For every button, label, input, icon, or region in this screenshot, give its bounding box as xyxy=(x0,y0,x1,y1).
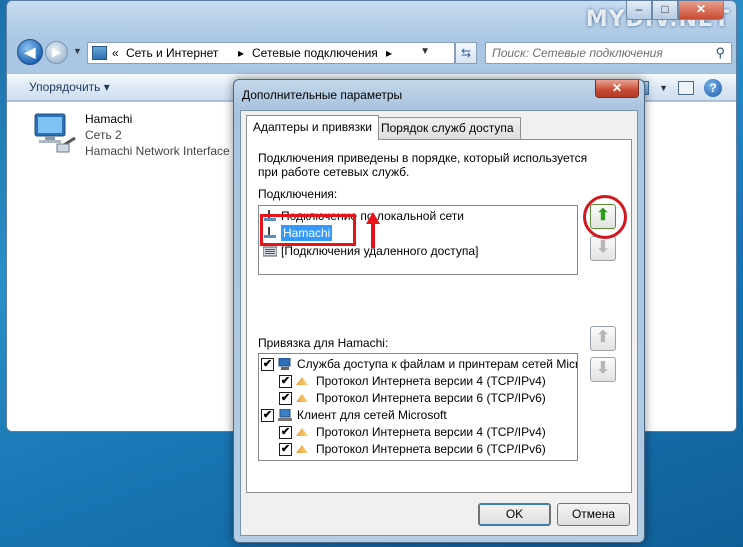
connection-network: Сеть 2 xyxy=(85,128,122,142)
breadcrumb-network-connections[interactable]: Сетевые подключения xyxy=(252,46,378,60)
binding-label: Протокол Интернета версии 4 (TCP/IPv4) xyxy=(316,425,546,439)
network-service-icon xyxy=(278,358,291,370)
close-icon[interactable]: ✕ xyxy=(595,80,639,98)
tree-item[interactable]: ✔ Протокол Интернета версии 6 (TCP/IPv6) xyxy=(279,441,546,457)
checkbox[interactable]: ✔ xyxy=(279,425,292,439)
protocol-icon xyxy=(296,377,308,385)
tree-item[interactable]: ✔ Протокол Интернета версии 4 (TCP/IPv4) xyxy=(279,424,546,440)
forward-button[interactable]: ▶ xyxy=(45,41,68,64)
binding-label: Служба доступа к файлам и принтерам сете… xyxy=(297,357,578,371)
bindings-tree[interactable]: ✔ Служба доступа к файлам и принтерам се… xyxy=(258,353,578,461)
cancel-button[interactable]: Отмена xyxy=(557,503,630,526)
tree-item[interactable]: ✔ Служба доступа к файлам и принтерам се… xyxy=(261,356,578,372)
checkbox[interactable]: ✔ xyxy=(279,374,292,388)
tab-panel: Подключения приведены в порядке, который… xyxy=(246,139,632,493)
search-icon[interactable]: ⚲ xyxy=(715,45,725,61)
annotation-arrow-up-icon xyxy=(366,212,380,248)
tab-adapters-bindings[interactable]: Адаптеры и привязки xyxy=(246,115,379,140)
connection-name[interactable]: Hamachi xyxy=(85,112,132,126)
advanced-settings-dialog: Дополнительные параметры ✕ Адаптеры и пр… xyxy=(233,79,645,543)
close-window-button[interactable]: ✕ xyxy=(678,1,724,20)
address-dropdown-icon[interactable]: ▼ xyxy=(420,46,430,57)
annotation-circle xyxy=(583,195,627,239)
minimize-button[interactable]: – xyxy=(626,1,652,20)
connection-device: Hamachi Network Interface xyxy=(85,144,230,158)
protocol-icon xyxy=(296,428,308,436)
toolbar-right: ▼ ? xyxy=(633,79,722,97)
checkbox[interactable]: ✔ xyxy=(261,408,274,422)
help-icon[interactable]: ? xyxy=(704,79,722,97)
binding-label: Протокол Интернета версии 6 (TCP/IPv6) xyxy=(316,391,546,405)
binding-move-up-button[interactable]: ⬆ xyxy=(590,326,616,351)
ok-button[interactable]: OK xyxy=(478,503,551,526)
network-adapter-icon[interactable] xyxy=(31,112,87,154)
refresh-button[interactable]: ⇆ xyxy=(455,42,477,64)
preview-pane-icon[interactable] xyxy=(678,81,694,95)
tree-item[interactable]: ✔ Клиент для сетей Microsoft xyxy=(261,407,447,423)
bindings-label: Привязка для Hamachi: xyxy=(258,336,389,350)
control-panel-icon xyxy=(92,46,107,60)
checkbox[interactable]: ✔ xyxy=(261,357,274,371)
binding-move-down-button[interactable]: ⬇ xyxy=(590,357,616,382)
dialog-title: Дополнительные параметры xyxy=(242,88,403,102)
tree-item[interactable]: ✔ Протокол Интернета версии 6 (TCP/IPv6) xyxy=(279,390,546,406)
checkbox[interactable]: ✔ xyxy=(279,442,292,456)
chevron-down-icon[interactable]: ▼ xyxy=(659,83,668,93)
navigation-bar: ◀ ▶ ▼ « Сеть и Интернет ▸ Сетевые подклю… xyxy=(15,39,732,67)
client-icon xyxy=(278,409,292,421)
checkbox[interactable]: ✔ xyxy=(279,391,292,405)
tab-provider-order[interactable]: Порядок служб доступа xyxy=(374,117,521,139)
protocol-icon xyxy=(296,445,308,453)
description-text: Подключения приведены в порядке, который… xyxy=(258,151,588,179)
search-input[interactable] xyxy=(492,45,702,61)
move-down-button[interactable]: ⬇ xyxy=(590,236,616,261)
search-box[interactable]: ⚲ xyxy=(485,42,732,64)
chevron-right-icon[interactable]: ▸ xyxy=(238,46,244,60)
remote-access-icon xyxy=(263,246,277,257)
back-button[interactable]: ◀ xyxy=(17,39,43,65)
protocol-icon xyxy=(296,394,308,402)
tree-item[interactable]: ✔ Протокол Интернета версии 4 (TCP/IPv4) xyxy=(279,373,546,389)
organize-menu[interactable]: Упорядочить ▾ xyxy=(29,80,110,94)
address-bar[interactable]: « Сеть и Интернет ▸ Сетевые подключения … xyxy=(87,42,455,64)
window-controls: – □ ✕ xyxy=(626,1,730,21)
breadcrumb-separator-icon: « xyxy=(112,46,119,60)
maximize-button[interactable]: □ xyxy=(652,1,678,20)
annotation-highlight-box xyxy=(260,214,356,246)
dialog-body: Адаптеры и привязки Порядок служб доступ… xyxy=(240,110,638,536)
history-dropdown-icon[interactable]: ▼ xyxy=(73,46,82,56)
binding-label: Протокол Интернета версии 6 (TCP/IPv6) xyxy=(316,442,546,456)
chevron-right-icon[interactable]: ▸ xyxy=(386,46,392,60)
connections-label: Подключения: xyxy=(258,187,338,201)
binding-label: Протокол Интернета версии 4 (TCP/IPv4) xyxy=(316,374,546,388)
breadcrumb-network-internet[interactable]: Сеть и Интернет xyxy=(126,46,218,60)
binding-label: Клиент для сетей Microsoft xyxy=(297,408,447,422)
